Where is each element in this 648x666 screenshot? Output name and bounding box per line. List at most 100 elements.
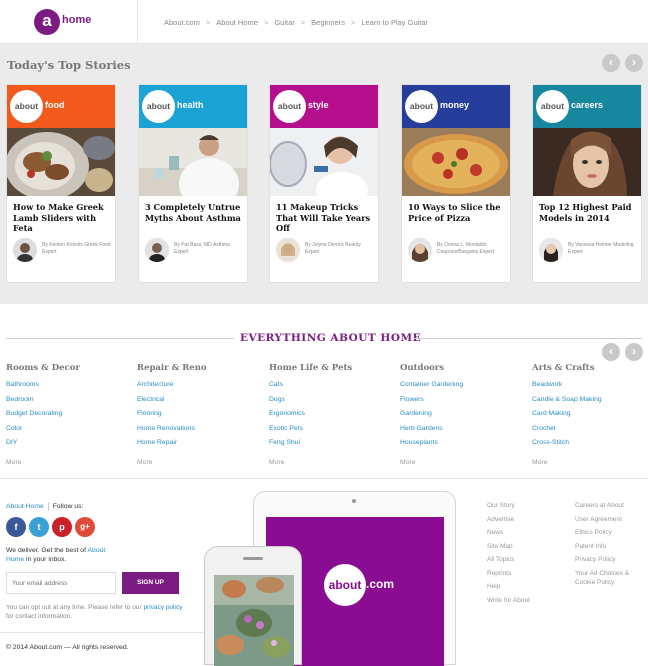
footer-link[interactable]: Ethics Policy [575, 529, 612, 543]
story-title[interactable]: 3 Completely Untrue Myths About Asthma [145, 202, 243, 223]
footer-link[interactable]: Our Story [487, 502, 515, 516]
categories-next-button[interactable]: › [625, 343, 643, 361]
divider [6, 338, 234, 339]
category-link[interactable]: Crochet [532, 425, 648, 440]
column-heading[interactable]: Repair & Reno [137, 363, 257, 373]
category-link[interactable]: Card Making [532, 410, 648, 425]
more-link[interactable]: More [137, 459, 257, 466]
card-header: about careers [533, 85, 641, 128]
story-card-careers[interactable]: about careers Top 12 Highest Paid Models… [533, 85, 641, 282]
column-heading[interactable]: Home Life & Pets [269, 363, 389, 373]
column-heading[interactable]: Rooms & Decor [6, 363, 126, 373]
logo[interactable]: a home [0, 0, 138, 43]
category-link[interactable]: Architecture [137, 381, 257, 396]
card-category: money [440, 100, 470, 110]
column-heading[interactable]: Arts & Crafts [532, 363, 648, 373]
footer-link[interactable]: Reprints [487, 570, 511, 584]
story-title[interactable]: How to Make Greek Lamb Sliders with Feta [13, 202, 111, 234]
footer-link[interactable]: User Agreement [575, 516, 622, 530]
card-category: health [177, 100, 204, 110]
logo-text: home [62, 14, 92, 26]
breadcrumb-item[interactable]: About Home [216, 18, 258, 27]
story-card-health[interactable]: about health 3 Completely Untrue Myths A… [139, 85, 247, 282]
author-byline: By Pat Bass, MD Asthma Expert [174, 242, 230, 255]
carousel-next-button[interactable]: › [625, 54, 643, 72]
category-link[interactable]: Ergonomics [269, 410, 389, 425]
story-title[interactable]: 11 Makeup Tricks That Will Take Years Of… [276, 202, 374, 234]
category-column: Repair & Reno Architecture Electrical Fl… [137, 363, 257, 466]
footer-link[interactable]: Privacy Policy [575, 556, 615, 570]
sign-up-button[interactable]: SIGN UP [122, 572, 179, 594]
footer-link[interactable]: News [487, 529, 503, 543]
chevron-right-icon: > [300, 18, 306, 27]
story-title[interactable]: Top 12 Highest Paid Models in 2014 [539, 202, 637, 223]
card-category: careers [571, 100, 604, 110]
breadcrumb: About.com > About Home > Guitar > Beginn… [164, 18, 428, 27]
email-field[interactable] [6, 572, 116, 594]
footer-divider [0, 632, 220, 633]
category-link[interactable]: Bedroom [6, 396, 126, 411]
story-title[interactable]: 10 Ways to Slice the Price of Pizza [408, 202, 506, 223]
breadcrumb-item[interactable]: About.com [164, 18, 200, 27]
breadcrumb-item[interactable]: Learn to Play Guitar [361, 18, 428, 27]
column-heading[interactable]: Outdoors [400, 363, 520, 373]
author-byline: By Kenton Kotsiris Greek Food Expert [42, 242, 111, 255]
category-link[interactable]: Home Renovations [137, 425, 257, 440]
category-link[interactable]: Home Repair [137, 439, 257, 454]
category-link[interactable]: Color [6, 425, 126, 440]
divider [414, 338, 642, 339]
author-avatar [276, 238, 300, 262]
story-card-style[interactable]: about style 11 Makeup Tricks That Will T… [270, 85, 378, 282]
category-link[interactable]: Beadwork [532, 381, 648, 396]
opt-out-text: You can opt out at any time. Please refe… [6, 603, 186, 621]
categories-prev-button[interactable]: ‹ [602, 343, 620, 361]
category-link[interactable]: Flooring [137, 410, 257, 425]
carousel-prev-button[interactable]: ‹ [602, 54, 620, 72]
category-link[interactable]: Cross-Stitch [532, 439, 648, 454]
category-link[interactable]: Herb Gardens [400, 425, 520, 440]
category-link[interactable]: Gardening [400, 410, 520, 425]
category-link[interactable]: Budget Decorating [6, 410, 126, 425]
about-home-link[interactable]: About Home [6, 503, 44, 510]
chevron-right-icon: > [263, 18, 269, 27]
more-link[interactable]: More [269, 459, 389, 466]
category-link[interactable]: DIY [6, 439, 126, 454]
footer-link[interactable]: All Topics [487, 556, 514, 570]
category-link[interactable]: Houseplants [400, 439, 520, 454]
breadcrumb-item[interactable]: Guitar [274, 18, 294, 27]
deliver-suffix: in your inbox. [26, 556, 67, 563]
divider [47, 502, 49, 511]
footer-link[interactable]: Careers at About [575, 502, 624, 516]
story-card-food[interactable]: about food How to Make Greek Lamb Slider… [7, 85, 115, 282]
category-link[interactable]: Container Gardening [400, 381, 520, 396]
google-plus-icon[interactable]: g+ [75, 517, 95, 537]
category-link[interactable]: Cats [269, 381, 389, 396]
footer-link[interactable]: Advertise [487, 516, 514, 530]
category-link[interactable]: Bathrooms [6, 381, 126, 396]
footer-link[interactable]: Cookie Policy [575, 579, 614, 593]
category-link[interactable]: Feng Shui [269, 439, 389, 454]
category-link[interactable]: Candle & Soap Making [532, 396, 648, 411]
category-link[interactable]: Exotic Pets [269, 425, 389, 440]
optout-suffix: for contact information. [6, 613, 73, 620]
story-card-money[interactable]: about money 10 Ways to Slice the Price o… [402, 85, 510, 282]
chevron-right-icon: > [350, 18, 356, 27]
more-link[interactable]: More [400, 459, 520, 466]
more-link[interactable]: More [6, 459, 126, 466]
footer-link[interactable]: Help [487, 583, 500, 597]
category-column: Home Life & Pets Cats Dogs Ergonomics Ex… [269, 363, 389, 466]
twitter-icon[interactable]: t [29, 517, 49, 537]
pinterest-icon[interactable]: p [52, 517, 72, 537]
card-header: about health [139, 85, 247, 128]
more-link[interactable]: More [532, 459, 648, 466]
footer-link[interactable]: Patent Info [575, 543, 606, 557]
footer-link[interactable]: Site Map [487, 543, 513, 557]
facebook-icon[interactable]: f [6, 517, 26, 537]
privacy-policy-link[interactable]: privacy policy [143, 604, 182, 611]
footer-link[interactable]: Write for About [487, 597, 530, 611]
about-logo-badge: about [324, 564, 366, 606]
category-link[interactable]: Dogs [269, 396, 389, 411]
category-link[interactable]: Electrical [137, 396, 257, 411]
breadcrumb-item[interactable]: Beginners [311, 18, 345, 27]
category-link[interactable]: Flowers [400, 396, 520, 411]
